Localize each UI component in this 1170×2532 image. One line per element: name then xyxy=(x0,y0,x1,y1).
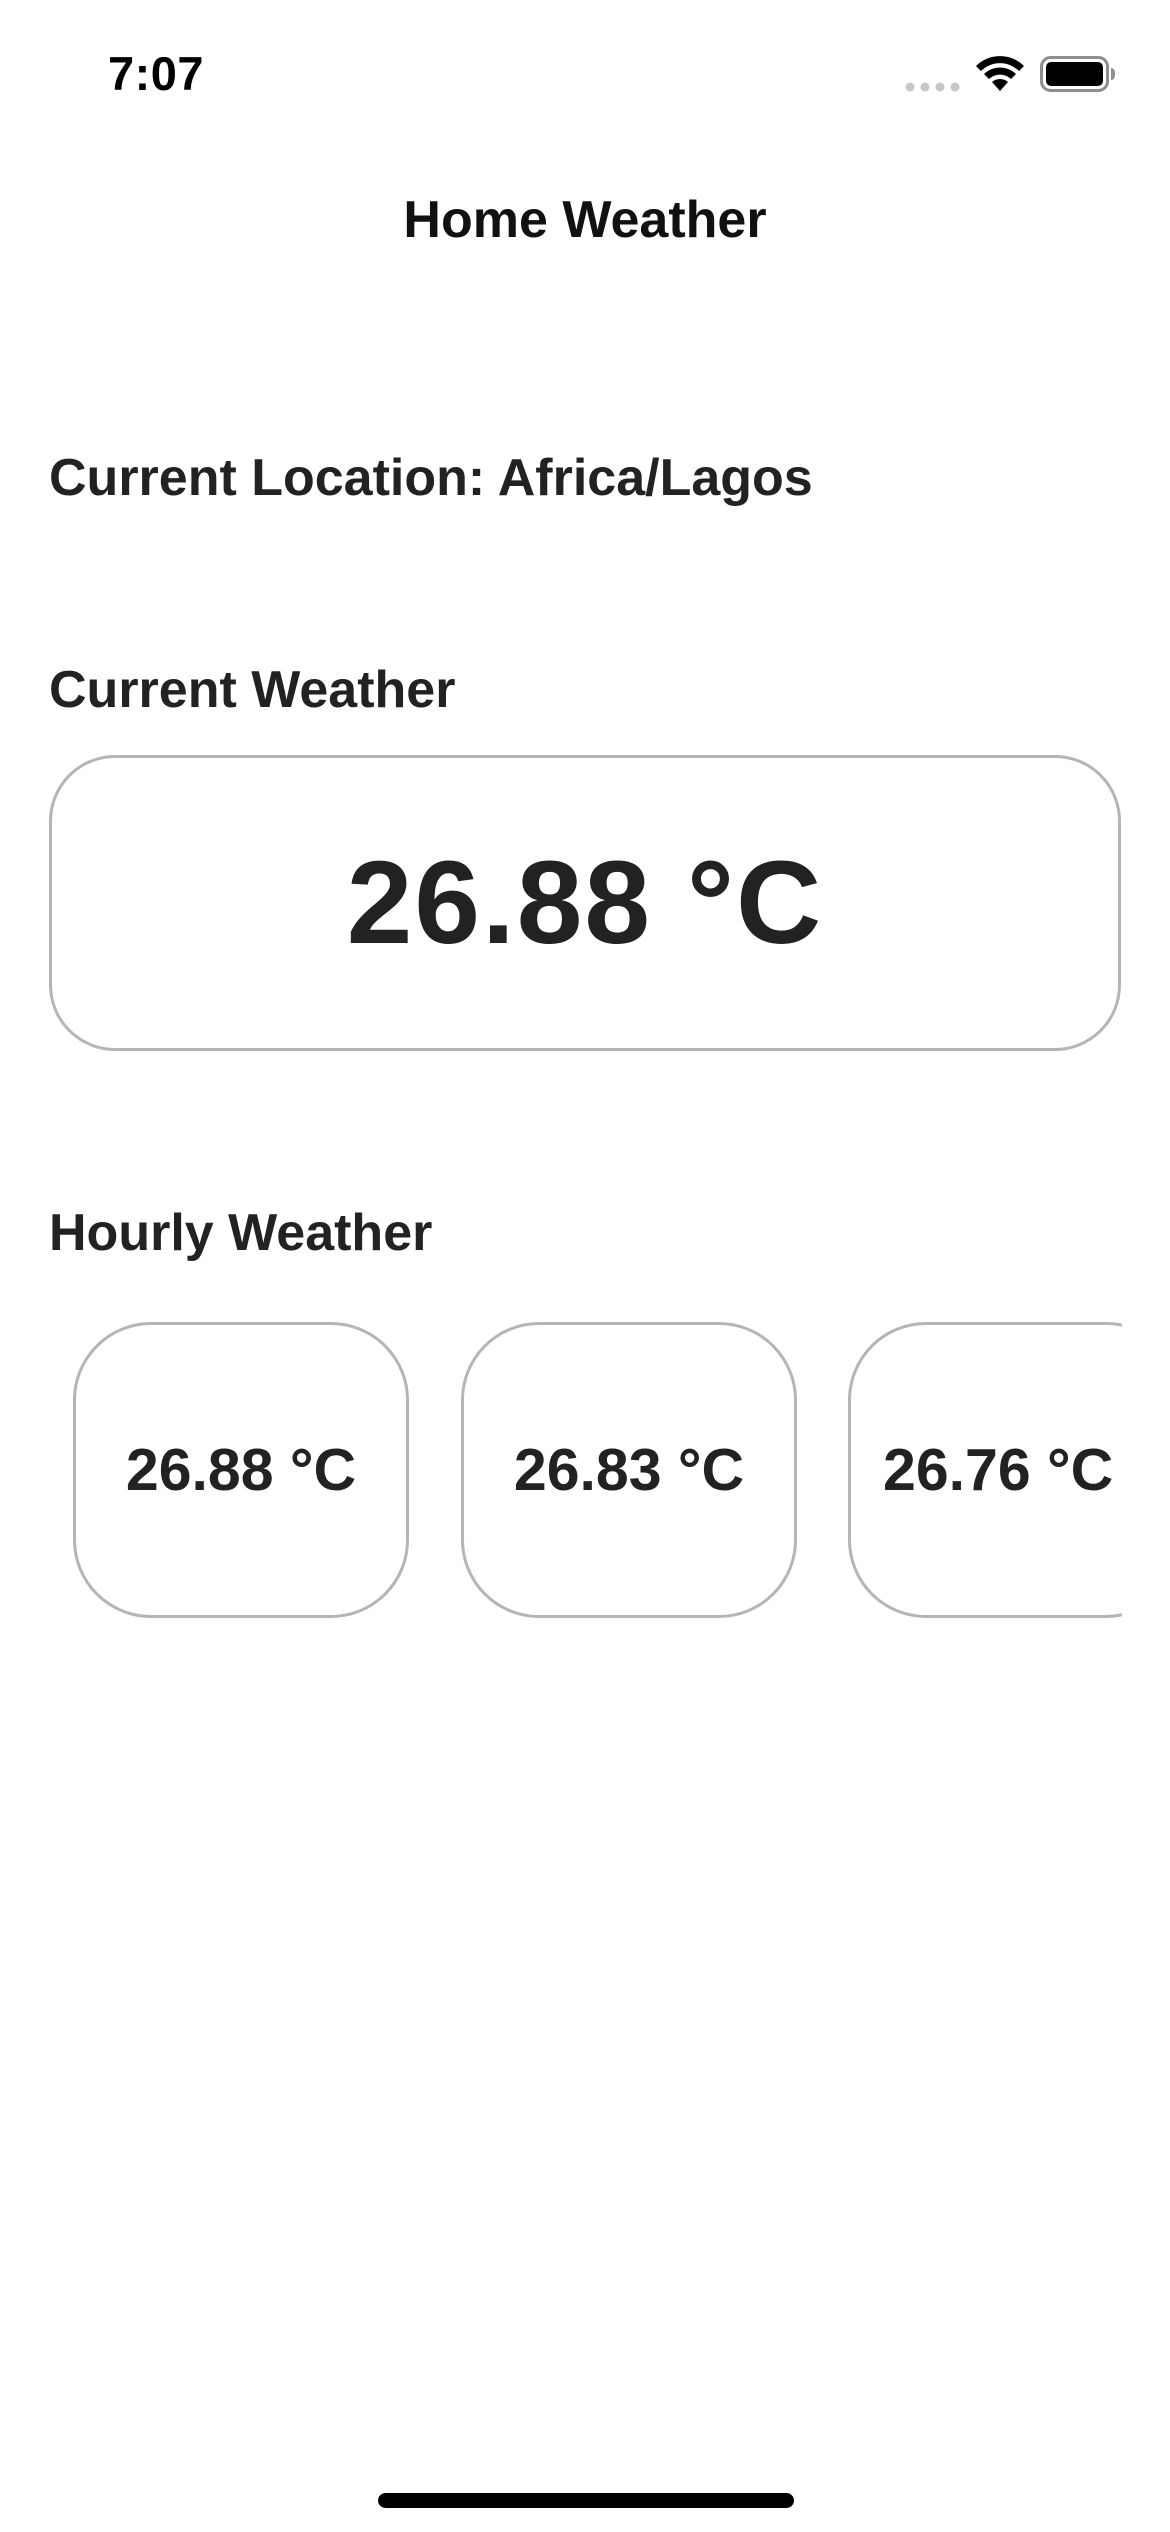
current-weather-title: Current Weather xyxy=(49,661,456,719)
status-bar: 7:07 xyxy=(0,0,1170,150)
hourly-weather-card[interactable]: 26.83 °C xyxy=(461,1322,797,1618)
current-weather-card: 26.88 °C xyxy=(49,755,1121,1051)
current-location-label: Current Location: Africa/Lagos xyxy=(49,449,813,507)
hourly-temperature: 26.76 °C xyxy=(883,1437,1114,1503)
page-title: Home Weather xyxy=(403,191,767,249)
cellular-signal-icon xyxy=(905,82,960,92)
status-time: 7:07 xyxy=(108,47,205,100)
home-indicator[interactable] xyxy=(378,2493,794,2508)
hourly-weather-card[interactable]: 26.88 °C xyxy=(73,1322,409,1618)
wifi-icon xyxy=(976,56,1024,91)
hourly-weather-list[interactable]: 26.88 °C 26.83 °C 26.76 °C xyxy=(0,1320,1122,1620)
current-temperature: 26.88 °C xyxy=(346,837,824,969)
hourly-temperature: 26.83 °C xyxy=(513,1437,745,1503)
hourly-weather-title: Hourly Weather xyxy=(49,1204,433,1262)
hourly-weather-card[interactable]: 26.76 °C xyxy=(848,1322,1122,1618)
hourly-temperature: 26.88 °C xyxy=(125,1437,357,1503)
battery-icon xyxy=(1040,56,1115,92)
